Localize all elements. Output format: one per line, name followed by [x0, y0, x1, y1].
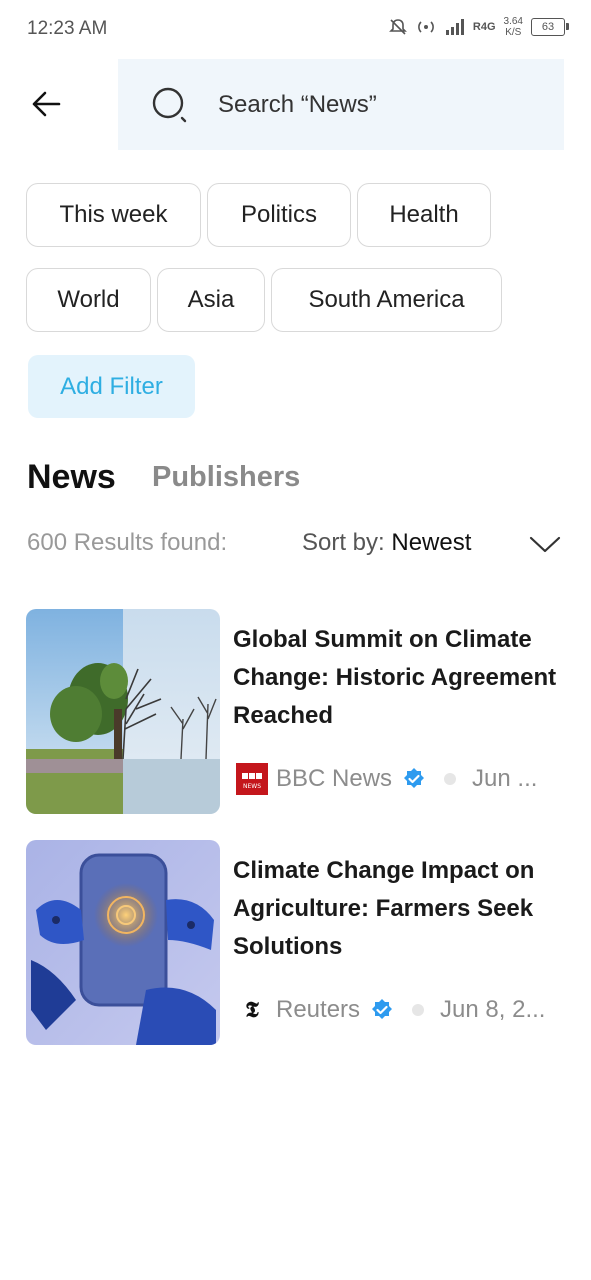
search-input[interactable]: Search “News” — [118, 59, 564, 150]
arrow-left-icon — [32, 91, 61, 117]
signal-icon — [445, 19, 464, 35]
network-speed: 3.64 K/S — [503, 16, 523, 38]
status-time: 12:23 AM — [27, 18, 108, 39]
chip-asia[interactable]: Asia — [157, 268, 265, 332]
verified-badge-icon — [404, 768, 425, 788]
sort-dropdown[interactable]: Sort by: Newest — [302, 529, 471, 557]
notifications-off-icon — [388, 19, 407, 35]
search-placeholder: Search “News” — [218, 90, 377, 118]
article-card[interactable]: Global Summit on Climate Change: Histori… — [26, 609, 566, 815]
sort-value: Newest — [391, 529, 472, 556]
publisher-name[interactable]: BBC News — [276, 765, 392, 793]
article-thumbnail-climate-tree[interactable] — [26, 609, 220, 814]
verified-badge-icon — [372, 999, 393, 1019]
separator-dot — [412, 1004, 425, 1016]
back-button[interactable] — [26, 84, 66, 124]
article-date: Jun ... — [472, 765, 538, 792]
reuters-logo: 𝕿 — [245, 997, 259, 1023]
add-filter-button[interactable]: Add Filter — [28, 355, 195, 418]
hotspot-icon — [418, 21, 434, 33]
status-bar: 12:23 AM R4G 3.64 K/S 63 — [0, 0, 591, 58]
separator-dot — [444, 773, 457, 785]
sort-label: Sort by: — [302, 529, 385, 556]
search-icon — [152, 87, 187, 122]
article-card[interactable]: Climate Change Impact on Agriculture: Fa… — [26, 840, 566, 1046]
battery-icon: 63 — [531, 18, 569, 36]
article-title[interactable]: Climate Change Impact on Agriculture: Fa… — [233, 852, 563, 966]
chip-world[interactable]: World — [26, 268, 151, 332]
status-icons: R4G 3.64 K/S 63 — [388, 16, 569, 38]
article-meta: NEWS BBC News Jun ... — [236, 763, 537, 795]
tab-news[interactable]: News — [27, 458, 116, 497]
chevron-down-icon[interactable] — [529, 530, 561, 558]
article-title[interactable]: Global Summit on Climate Change: Histori… — [233, 621, 563, 735]
chip-this-week[interactable]: This week — [26, 183, 201, 247]
svg-text:NEWS: NEWS — [243, 783, 261, 790]
tab-publishers[interactable]: Publishers — [152, 461, 300, 494]
chip-south-america[interactable]: South America — [271, 268, 502, 332]
network-type: R4G — [472, 21, 496, 33]
chip-health[interactable]: Health — [357, 183, 491, 247]
article-meta: 𝕿 Reuters Jun 8, 2... — [236, 994, 545, 1026]
article-date: Jun 8, 2... — [440, 996, 546, 1023]
bbc-news-logo: NEWS — [236, 763, 268, 795]
article-thumbnail-robot-hands[interactable] — [26, 840, 220, 1045]
publisher-name[interactable]: Reuters — [276, 996, 360, 1024]
chip-politics[interactable]: Politics — [207, 183, 351, 247]
results-count: 600 Results found: — [27, 529, 228, 556]
